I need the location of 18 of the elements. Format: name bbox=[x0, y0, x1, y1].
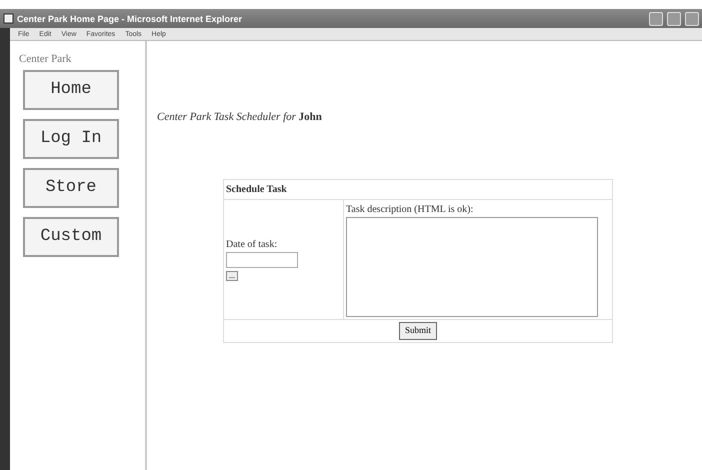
browser-icon bbox=[3, 13, 14, 24]
submit-button[interactable]: Submit bbox=[398, 322, 437, 340]
nav-button[interactable]: Custom bbox=[23, 216, 119, 256]
nav-button[interactable]: Home bbox=[23, 70, 119, 110]
close-button[interactable] bbox=[685, 12, 699, 26]
page-heading: Center Park Task Scheduler for John bbox=[157, 110, 322, 125]
description-label: Task description (HTML is ok): bbox=[346, 203, 474, 217]
maximize-button[interactable] bbox=[667, 12, 681, 26]
date-field[interactable] bbox=[226, 252, 298, 268]
nav-button[interactable]: Log In bbox=[23, 118, 119, 158]
form-title: Schedule Task bbox=[226, 184, 287, 195]
date-label: Date of task: bbox=[226, 238, 278, 250]
nav-button[interactable]: Store bbox=[23, 168, 119, 208]
window-title: Center Park Home Page - Microsoft Internet Explorer bbox=[17, 14, 242, 24]
description-field[interactable] bbox=[346, 217, 598, 317]
minimize-button[interactable] bbox=[649, 12, 663, 26]
site-name: Center Park bbox=[19, 52, 72, 67]
date-picker-button[interactable]: ... bbox=[226, 270, 238, 280]
